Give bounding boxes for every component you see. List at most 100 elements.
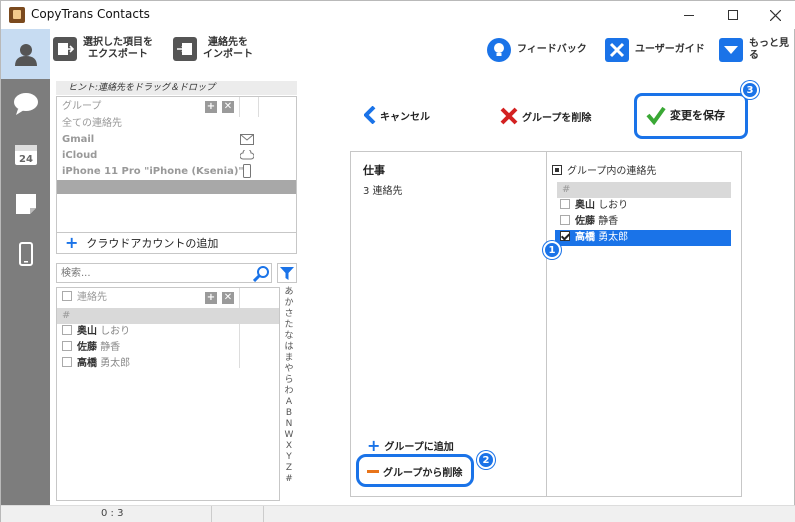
alphabet-index-letter[interactable]: か xyxy=(282,298,296,309)
hint-bar: ヒント:連絡先をドラッグ＆ドロップ xyxy=(56,81,297,95)
maximize-icon xyxy=(728,10,738,20)
add-cloud-account-button[interactable]: + クラウドアカウントの追加 xyxy=(56,232,297,254)
user-guide-button[interactable]: ユーザーガイド xyxy=(605,38,705,62)
alphabet-index-letter[interactable]: A xyxy=(282,397,296,408)
export-selected-button[interactable]: 選択した項目を エクスポート xyxy=(53,37,153,61)
chat-bubble-icon xyxy=(13,93,38,115)
all-contacts-item[interactable]: 全ての連絡先 xyxy=(57,116,296,132)
filter-icon xyxy=(280,266,294,280)
save-changes-label: 変更を保存 xyxy=(670,109,725,122)
export-label-line2: エクスポート xyxy=(88,49,148,60)
nav-device[interactable] xyxy=(1,229,50,279)
member-checkbox[interactable] xyxy=(560,199,570,209)
group-count: 3 連絡先 xyxy=(363,186,403,197)
add-contact-button[interactable]: + xyxy=(205,292,217,304)
status-count: 0 : 3 xyxy=(101,508,124,519)
search-icon[interactable] xyxy=(253,265,271,282)
group-members-header-label: グループ内の連絡先 xyxy=(567,166,657,177)
alphabet-index-letter[interactable]: B xyxy=(282,408,296,419)
table-row[interactable]: 佐藤 静香 xyxy=(555,214,749,230)
alphabet-index-letter[interactable]: # xyxy=(282,474,296,485)
import-icon xyxy=(173,37,197,61)
contacts-header-label: 連絡先 xyxy=(77,292,107,303)
alphabet-index-letter[interactable]: は xyxy=(282,342,296,353)
table-row-selected[interactable]: 高橋 勇太郎 xyxy=(555,230,731,246)
add-group-button[interactable]: + xyxy=(205,101,217,113)
import-label-line2: インポート xyxy=(203,49,253,60)
account-icloud[interactable]: iCloud xyxy=(57,148,296,164)
account-iphone[interactable]: iPhone 11 Pro "iPhone (Ksenia)" xyxy=(57,164,296,180)
feedback-button[interactable]: フィードバック xyxy=(487,38,587,62)
more-button[interactable]: もっと見る xyxy=(719,38,794,62)
alphabet-index-letter[interactable]: や xyxy=(282,364,296,375)
alphabet-index-letter[interactable]: ら xyxy=(282,375,296,386)
export-icon xyxy=(53,37,77,61)
remove-group-button[interactable]: ✕ xyxy=(222,101,234,113)
add-cloud-account-label: クラウドアカウントの追加 xyxy=(86,237,219,250)
chevron-down-icon xyxy=(719,38,743,62)
cancel-label: キャンセル xyxy=(380,111,430,123)
alphabet-index-letter[interactable]: あ xyxy=(282,287,296,298)
step-badge-1: 1 xyxy=(543,241,561,259)
chevron-left-icon xyxy=(364,106,376,124)
maximize-button[interactable] xyxy=(711,1,755,29)
import-contacts-button[interactable]: 連絡先を インポート xyxy=(173,37,253,61)
alphabet-index-letter[interactable]: Y xyxy=(282,452,296,463)
alphabet-index-letter[interactable]: Z xyxy=(282,463,296,474)
group-name[interactable]: 仕事 xyxy=(363,162,385,178)
alphabet-index-letter[interactable]: た xyxy=(282,320,296,331)
search-input[interactable] xyxy=(56,263,272,283)
list-item[interactable]: 佐藤 静香 xyxy=(57,340,279,356)
group-detail-panel: 仕事 3 連絡先 + グループに追加 グループから削除 xyxy=(350,151,547,497)
filter-button[interactable] xyxy=(277,263,297,283)
contacts-header: 連絡先 xyxy=(57,290,279,306)
app-window: CopyTrans Contacts 24 選択した項目を エクスポート 連絡先… xyxy=(0,0,795,522)
member-checkbox[interactable] xyxy=(560,215,570,225)
alphabet-index-letter[interactable]: さ xyxy=(282,309,296,320)
minimize-button[interactable] xyxy=(667,1,711,29)
nav-calendar[interactable]: 24 xyxy=(1,129,50,179)
member-checkbox[interactable] xyxy=(560,231,570,241)
row-checkbox[interactable] xyxy=(62,341,72,351)
members-hash-header: # xyxy=(557,182,731,198)
user-guide-label: ユーザーガイド xyxy=(635,44,705,55)
save-changes-button[interactable]: 変更を保存 xyxy=(646,105,725,125)
nav-contacts[interactable] xyxy=(1,29,50,79)
side-nav: 24 xyxy=(1,29,50,522)
add-to-group-button[interactable]: + グループに追加 xyxy=(367,437,454,453)
alphabet-index-letter[interactable]: N xyxy=(282,419,296,430)
close-button[interactable] xyxy=(753,1,795,29)
alphabet-index-letter[interactable]: W xyxy=(282,430,296,441)
phone-icon xyxy=(18,242,33,266)
alphabet-index-letter[interactable]: な xyxy=(282,331,296,342)
feedback-label: フィードバック xyxy=(517,44,587,55)
step-badge-3: 3 xyxy=(741,81,759,99)
cancel-button[interactable]: キャンセル xyxy=(364,106,430,124)
remove-contact-button[interactable]: ✕ xyxy=(222,292,234,304)
nav-notes[interactable] xyxy=(1,179,50,229)
select-all-checkbox[interactable] xyxy=(62,291,72,301)
account-gmail[interactable]: Gmail xyxy=(57,132,296,148)
account-selected-row[interactable] xyxy=(57,180,296,194)
add-to-group-label: グループに追加 xyxy=(384,442,454,453)
tools-icon xyxy=(605,38,629,62)
members-select-all-checkbox[interactable] xyxy=(552,165,562,175)
checkmark-icon xyxy=(646,106,666,125)
group-members-panel: グループ内の連絡先 # 奥山 しおり 佐藤 静香 高橋 勇太郎 xyxy=(546,151,742,497)
group-header: グループ xyxy=(57,99,296,115)
nav-messages[interactable] xyxy=(1,79,50,129)
delete-group-button[interactable]: グループを削除 xyxy=(500,107,591,125)
alphabet-index-letter[interactable]: ま xyxy=(282,353,296,364)
alphabet-index-letter[interactable]: X xyxy=(282,441,296,452)
export-label-line1: 選択した項目を xyxy=(83,37,153,48)
minimize-icon xyxy=(684,14,694,16)
row-checkbox[interactable] xyxy=(62,325,72,335)
alphabet-index-letter[interactable]: わ xyxy=(282,386,296,397)
title-bar: CopyTrans Contacts xyxy=(1,1,795,29)
step-badge-2: 2 xyxy=(477,451,495,469)
close-icon xyxy=(769,9,781,21)
list-item[interactable]: 高橋 勇太郎 xyxy=(57,356,279,372)
list-item[interactable]: 奥山 しおり xyxy=(57,324,279,340)
table-row[interactable]: 奥山 しおり xyxy=(555,198,749,214)
row-checkbox[interactable] xyxy=(62,357,72,367)
